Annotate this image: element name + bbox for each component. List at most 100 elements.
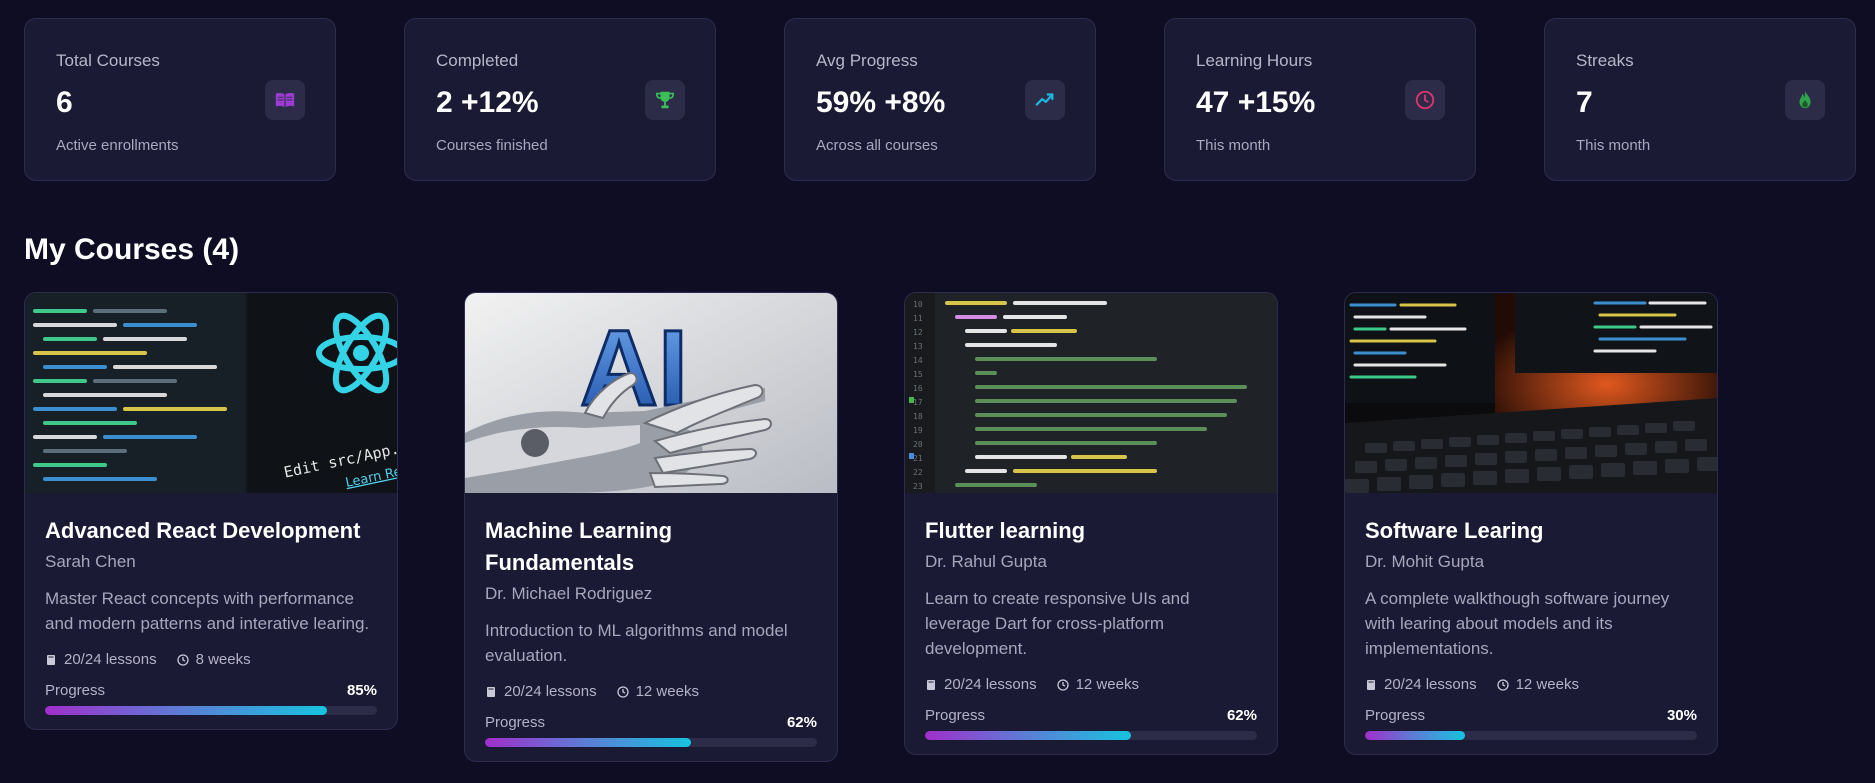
course-thumbnail-ai: AI [465, 293, 837, 493]
lessons-count: 20/24 lessons [64, 651, 157, 668]
lessons-count: 20/24 lessons [504, 683, 597, 700]
course-description: A complete walkthough software journey w… [1365, 589, 1670, 658]
lessons-count: 20/24 lessons [944, 676, 1037, 693]
duration-meta: 12 weeks [616, 683, 699, 701]
course-thumbnail-react: Edit src/App.js and save Learn React [25, 293, 397, 493]
lessons-count: 20/24 lessons [1384, 676, 1477, 693]
duration-meta: 12 weeks [1056, 676, 1139, 694]
stat-subtext: Courses finished [436, 137, 548, 154]
stat-card-streaks: Streaks 7 This month [1544, 18, 1856, 181]
progress-percent: 85% [346, 682, 377, 699]
svg-text:15: 15 [913, 370, 923, 379]
course-description: Introduction to ML algorithms and model … [485, 621, 788, 665]
progress-percent: 62% [1226, 707, 1257, 724]
stat-subtext: This month [1576, 137, 1651, 154]
clock-icon [1056, 679, 1069, 691]
progress-bar-fill [1365, 731, 1465, 740]
stat-label: Learning Hours [1196, 51, 1313, 70]
course-instructor: Dr. Rahul Gupta [925, 552, 1047, 571]
stat-card-completed: Completed 2 +12% Courses finished [404, 18, 716, 181]
progress-bar-fill [45, 706, 328, 715]
course-title[interactable]: Flutter learning [925, 515, 1257, 547]
clock-icon [1496, 679, 1509, 691]
stat-card-avg-progress: Avg Progress 59% +8% Across all courses [784, 18, 1096, 181]
progress-row: Progress 62% [485, 714, 817, 732]
svg-text:10: 10 [913, 300, 923, 309]
progress-bar-fill [485, 738, 691, 747]
course-body: Advanced React Development Sarah Chen Ma… [25, 493, 397, 729]
course-description: Learn to create responsive UIs and lever… [925, 589, 1190, 658]
lessons-meta: 20/24 lessons [925, 676, 1037, 694]
course-instructor: Sarah Chen [45, 552, 136, 571]
svg-text:17: 17 [913, 398, 923, 407]
book-icon [47, 655, 55, 665]
dashboard-page: Total Courses 6 Active enrollments Compl… [0, 0, 1875, 783]
stat-subtext: Across all courses [816, 137, 938, 154]
course-card[interactable]: Edit src/App.js and save Learn React Adv… [24, 292, 398, 730]
course-thumbnail-software [1345, 293, 1717, 493]
course-body: Machine Learning Fundamentals Dr. Michae… [465, 493, 837, 761]
svg-text:19: 19 [913, 426, 923, 435]
book-icon [265, 80, 305, 120]
stat-label: Completed [436, 51, 519, 70]
course-card[interactable]: Software Learing Dr. Mohit Gupta A compl… [1344, 292, 1718, 755]
stat-label: Avg Progress [816, 51, 918, 70]
course-card[interactable]: 10 11 12 13 14 15 16 17 18 19 20 21 22 23 [904, 292, 1278, 755]
duration: 12 weeks [635, 683, 699, 700]
book-icon [1367, 680, 1375, 690]
section-title: My Courses (4) [24, 233, 240, 266]
progress-bar [925, 731, 1257, 740]
progress-row: Progress 62% [925, 707, 1257, 725]
progress-percent: 62% [786, 714, 817, 731]
clock-icon [176, 654, 189, 666]
course-title[interactable]: Advanced React Development [45, 515, 377, 547]
course-meta: 20/24 lessons 12 weeks [1365, 676, 1697, 694]
progress-label: Progress [45, 682, 106, 699]
progress-bar [45, 706, 377, 715]
stat-card-learning-hours: Learning Hours 47 +15% This month [1164, 18, 1476, 181]
book-icon [927, 680, 935, 690]
course-title[interactable]: Software Learing [1365, 515, 1697, 547]
trophy-icon [645, 80, 685, 120]
progress-bar-fill [925, 731, 1131, 740]
duration: 12 weeks [1515, 676, 1579, 693]
svg-text:23: 23 [913, 482, 923, 491]
stats-row: Total Courses 6 Active enrollments Compl… [24, 18, 1856, 181]
course-instructor: Dr. Michael Rodriguez [485, 584, 653, 603]
stat-label: Total Courses [56, 51, 160, 70]
course-description: Master React concepts with performance a… [45, 589, 370, 633]
svg-text:11: 11 [913, 314, 923, 323]
stat-card-total-courses: Total Courses 6 Active enrollments [24, 18, 336, 181]
clock-icon [1405, 80, 1445, 120]
progress-label: Progress [1365, 707, 1426, 724]
svg-text:12: 12 [913, 328, 923, 337]
stat-subtext: Active enrollments [56, 137, 179, 154]
course-meta: 20/24 lessons 12 weeks [485, 683, 817, 701]
course-card[interactable]: AI Machine Learning Fundamentals Dr. Mic… [464, 292, 838, 762]
lessons-meta: 20/24 lessons [485, 683, 597, 701]
svg-text:14: 14 [913, 356, 923, 365]
svg-text:16: 16 [913, 384, 923, 393]
course-title[interactable]: Machine Learning Fundamentals [485, 515, 817, 579]
stat-label: Streaks [1576, 51, 1634, 70]
stat-subtext: This month [1196, 137, 1271, 154]
duration: 12 weeks [1075, 676, 1139, 693]
flame-icon [1785, 80, 1825, 120]
course-body: Software Learing Dr. Mohit Gupta A compl… [1345, 493, 1717, 754]
course-thumbnail-flutter: 10 11 12 13 14 15 16 17 18 19 20 21 22 23 [905, 293, 1277, 493]
svg-text:13: 13 [913, 342, 923, 351]
progress-bar [485, 738, 817, 747]
course-meta: 20/24 lessons 8 weeks [45, 651, 377, 669]
progress-label: Progress [925, 707, 986, 724]
clock-icon [616, 686, 629, 698]
duration-meta: 8 weeks [176, 651, 251, 669]
course-instructor: Dr. Mohit Gupta [1365, 552, 1485, 571]
progress-row: Progress 85% [45, 682, 377, 700]
svg-text:18: 18 [913, 412, 923, 421]
svg-text:22: 22 [913, 468, 923, 477]
lessons-meta: 20/24 lessons [1365, 676, 1477, 694]
duration: 8 weeks [195, 651, 251, 668]
progress-row: Progress 30% [1365, 707, 1697, 725]
progress-percent: 30% [1666, 707, 1697, 724]
course-body: Flutter learning Dr. Rahul Gupta Learn t… [905, 493, 1277, 754]
